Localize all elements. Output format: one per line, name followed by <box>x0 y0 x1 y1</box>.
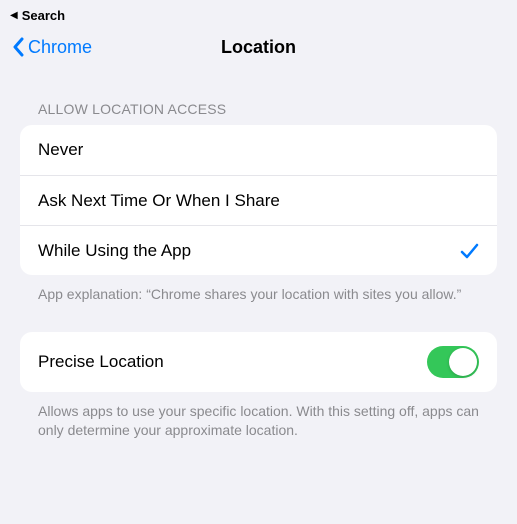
precise-footer-text: Allows apps to use your specific locatio… <box>20 392 497 440</box>
option-label: Never <box>38 140 83 160</box>
back-triangle-icon: ◀ <box>10 10 18 21</box>
precise-location-group: Precise Location <box>20 332 497 392</box>
option-label: While Using the App <box>38 241 191 261</box>
precise-location-label: Precise Location <box>38 352 164 372</box>
chevron-left-icon <box>12 37 24 57</box>
option-ask-next-time[interactable]: Ask Next Time Or When I Share <box>20 175 497 225</box>
breadcrumb-label: Search <box>22 8 65 23</box>
breadcrumb-back-to-search[interactable]: ◀ Search <box>0 0 517 27</box>
option-label: Ask Next Time Or When I Share <box>38 191 280 211</box>
access-footer-text: App explanation: “Chrome shares your loc… <box>20 275 497 304</box>
location-access-group: Never Ask Next Time Or When I Share Whil… <box>20 125 497 275</box>
precise-location-row[interactable]: Precise Location <box>20 332 497 392</box>
back-label: Chrome <box>28 37 92 58</box>
nav-bar: Chrome Location <box>0 27 517 71</box>
precise-location-toggle[interactable] <box>427 346 479 378</box>
page-title: Location <box>221 37 296 58</box>
checkmark-icon <box>459 241 479 261</box>
toggle-knob <box>449 348 477 376</box>
option-never[interactable]: Never <box>20 125 497 175</box>
section-header-access: ALLOW LOCATION ACCESS <box>20 71 497 125</box>
back-button[interactable]: Chrome <box>12 37 92 58</box>
option-while-using-app[interactable]: While Using the App <box>20 225 497 275</box>
